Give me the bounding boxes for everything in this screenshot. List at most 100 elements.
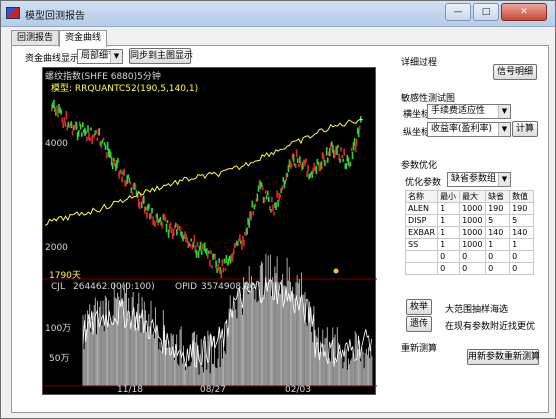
price-candle <box>218 258 220 264</box>
price-candle <box>211 265 213 269</box>
table-cell[interactable]: 0 <box>437 250 461 263</box>
price-candle <box>117 157 119 163</box>
price-candle <box>179 226 181 231</box>
price-candle <box>286 172 289 177</box>
display-label: 资金曲线显示 <box>25 54 80 64</box>
table-row[interactable]: SS 1 1000 1 1 <box>404 238 535 251</box>
price-candle <box>221 259 224 267</box>
price-candle <box>279 194 281 198</box>
table-row[interactable]: 0 0 0 0 <box>404 262 535 275</box>
table-cell[interactable]: 0 <box>459 262 487 275</box>
price-candle <box>298 163 300 168</box>
table-row[interactable]: 0 0 0 0 <box>404 250 535 263</box>
recalc-title: 重新测算 <box>401 344 438 354</box>
table-cell[interactable]: 1000 <box>459 214 487 227</box>
price-candle <box>252 210 255 216</box>
table-cell[interactable]: 1 <box>437 214 461 227</box>
x-axis-select[interactable]: 手续费适应性 ▼ <box>427 104 511 119</box>
tab-backtest-report[interactable]: 回测报告 <box>11 30 59 46</box>
table-row[interactable]: DISP 1 1000 5 5 <box>404 214 535 227</box>
price-candle <box>104 144 107 150</box>
maximize-button[interactable]: □ <box>473 3 499 21</box>
price-candle <box>70 121 73 129</box>
price-candle <box>75 122 78 130</box>
model-label: 模型: RRQUANTC52(190,5,140,1) <box>51 84 199 94</box>
calc-button[interactable]: 计算 <box>512 121 538 137</box>
signal-detail-button[interactable]: 信号明细 <box>493 64 537 80</box>
price-candle <box>210 250 212 255</box>
table-cell[interactable]: 1 <box>437 202 461 215</box>
x-tick-2: 08/27 <box>200 385 226 395</box>
price-candle <box>161 222 164 229</box>
price-candle <box>129 181 132 185</box>
equity-chart: 螺纹指数(SHFE 6880)5分钟 模型: RRQUANTC52(190,5,… <box>42 67 377 395</box>
table-cell[interactable]: 190 <box>509 202 535 215</box>
price-candle <box>96 137 99 141</box>
price-candle <box>275 202 277 210</box>
table-cell[interactable]: 0 <box>509 262 535 275</box>
price-candle <box>64 121 66 127</box>
table-cell[interactable]: 1000 <box>459 238 487 251</box>
close-button[interactable]: ✕ <box>501 3 547 21</box>
price-candle <box>324 160 327 167</box>
inherit-button[interactable]: 遗传 <box>406 316 432 332</box>
opt-param-select[interactable]: 缺省参数组 ▼ <box>447 172 511 187</box>
table-cell[interactable]: 1 <box>509 238 535 251</box>
table-cell: DISP <box>404 214 439 227</box>
table-cell[interactable]: 1000 <box>459 202 487 215</box>
exhaust-button[interactable]: 枚举 <box>406 299 432 315</box>
price-candle <box>151 208 153 214</box>
table-row[interactable]: EXBAR 1 1000 140 140 <box>404 226 535 239</box>
price-candle <box>296 158 299 163</box>
chart-canvas <box>43 99 377 387</box>
price-candle <box>148 203 150 209</box>
price-candle <box>290 163 293 168</box>
tab-equity-curve[interactable]: 资金曲线 <box>59 30 107 47</box>
price-candle <box>165 223 168 233</box>
table-cell[interactable]: 0 <box>437 262 461 275</box>
opt-param-select-value: 缺省参数组 <box>451 174 497 184</box>
recalc-button[interactable]: 用新参数重新测算 <box>467 349 540 365</box>
price-candle <box>195 249 198 258</box>
price-candle <box>192 241 195 248</box>
table-cell[interactable]: 0 <box>459 250 487 263</box>
price-candle <box>273 211 275 216</box>
minimize-button[interactable]: — <box>445 3 471 21</box>
price-candle <box>256 193 259 202</box>
display-select[interactable]: 局部细节 ▼ <box>77 49 123 64</box>
price-candle <box>65 111 68 120</box>
days-label: 1790天 <box>49 271 81 281</box>
y-axis-select[interactable]: 收益率(盈利率) ▼ <box>427 122 511 137</box>
table-row[interactable]: ALEN 1 1000 190 190 <box>404 202 535 215</box>
price-candle <box>172 228 175 237</box>
table-cell[interactable]: 1000 <box>459 226 487 239</box>
price-candle <box>340 147 342 152</box>
price-candle <box>294 164 297 169</box>
price-candle <box>102 137 105 141</box>
column-header: 名称 <box>404 190 439 203</box>
price-candle <box>196 241 199 247</box>
price-candle <box>295 149 298 158</box>
table-cell[interactable]: 1 <box>437 226 461 239</box>
price-candle <box>271 196 273 203</box>
price-candle <box>86 136 88 142</box>
price-candle <box>87 125 89 133</box>
price-candle <box>169 222 172 229</box>
price-candle <box>166 220 169 224</box>
price-candle <box>270 209 272 213</box>
table-cell[interactable]: 1 <box>437 238 461 251</box>
table-cell[interactable]: 5 <box>509 214 535 227</box>
table-cell[interactable]: 140 <box>509 226 535 239</box>
table-cell[interactable]: 0 <box>509 250 535 263</box>
price-candle <box>261 185 264 191</box>
opid-label: OPID <box>175 282 198 292</box>
report-window: 模型回测报告 — □ ✕ 回测报告 资金曲线 资金曲线显示 局部细节 ▼ 同步到… <box>0 0 556 419</box>
table-header-row: 名称 最小 最大 缺省 数值 <box>404 190 535 203</box>
price-candle <box>265 194 268 200</box>
column-header: 最小 <box>437 190 461 203</box>
table-cell: 0 <box>485 262 511 275</box>
opt-param-label: 优化参数 <box>405 178 442 188</box>
sync-to-main-button[interactable]: 同步到主图显示 <box>129 48 193 64</box>
price-candle <box>355 138 358 147</box>
price-candle <box>81 132 83 137</box>
